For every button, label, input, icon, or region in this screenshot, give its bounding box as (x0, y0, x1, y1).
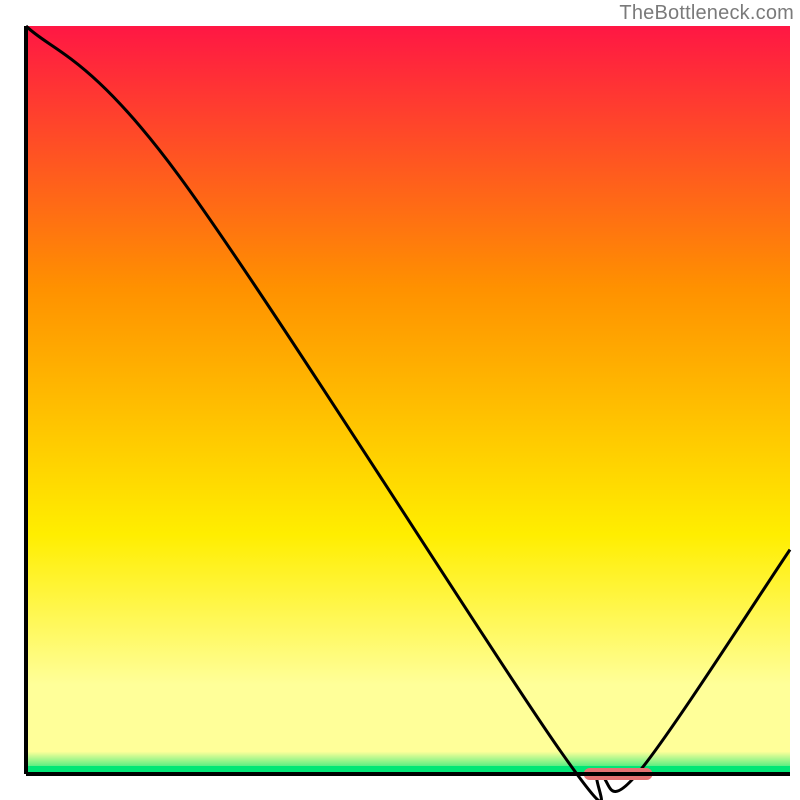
chart-container: TheBottleneck.com (0, 0, 800, 800)
plot-area (26, 26, 790, 774)
bottleneck-chart (0, 0, 800, 800)
watermark-text: TheBottleneck.com (619, 2, 794, 25)
gradient-background (26, 26, 790, 774)
